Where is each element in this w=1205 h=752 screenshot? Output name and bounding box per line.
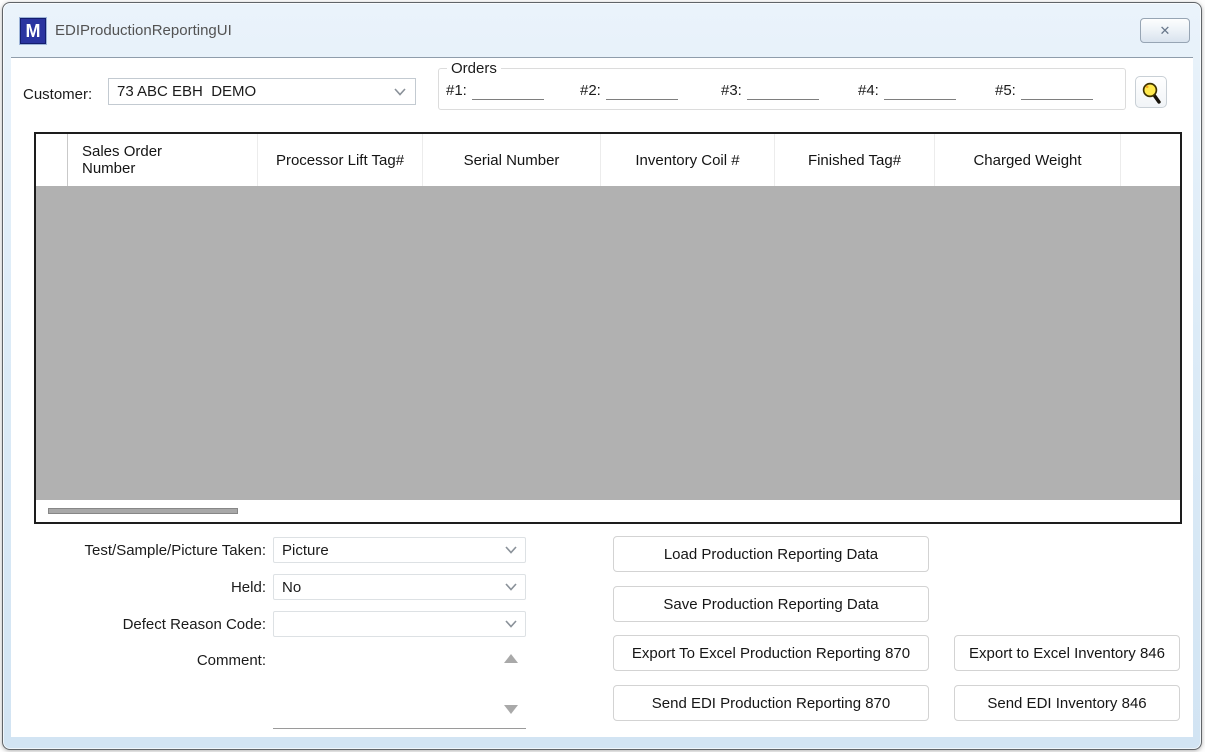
- order-3-input[interactable]: [747, 82, 819, 100]
- held-value: No: [274, 579, 505, 596]
- order-5-input[interactable]: [1021, 82, 1093, 100]
- scrollbar-thumb[interactable]: [48, 508, 238, 514]
- held-label: Held:: [11, 579, 266, 596]
- close-button[interactable]: ✕: [1140, 18, 1190, 43]
- chevron-down-icon: [505, 620, 517, 628]
- grid-header-inventory-coil[interactable]: Inventory Coil #: [601, 134, 775, 186]
- chevron-down-icon: [505, 546, 517, 554]
- test-sample-picture-select[interactable]: Picture: [273, 537, 526, 563]
- order-field-3: #3:: [721, 82, 819, 100]
- export-excel-846-button[interactable]: Export to Excel Inventory 846: [954, 635, 1180, 671]
- close-icon: ✕: [1160, 24, 1171, 37]
- horizontal-scrollbar[interactable]: [36, 500, 1180, 522]
- grid-body-empty[interactable]: [36, 186, 1180, 500]
- customer-select[interactable]: 73 ABC EBH DEMO: [108, 78, 416, 105]
- export-excel-870-button[interactable]: Export To Excel Production Reporting 870: [613, 635, 929, 671]
- screen: M EDIProductionReportingUI ✕ Customer: 7…: [0, 0, 1205, 752]
- save-production-reporting-button[interactable]: Save Production Reporting Data: [613, 586, 929, 622]
- order-1-input[interactable]: [472, 82, 544, 100]
- test-sample-picture-label: Test/Sample/Picture Taken:: [11, 542, 266, 559]
- order-field-5: #5:: [995, 82, 1093, 100]
- order-3-label: #3:: [721, 82, 742, 100]
- app-window: M EDIProductionReportingUI ✕ Customer: 7…: [2, 2, 1202, 750]
- search-button[interactable]: [1135, 76, 1167, 108]
- title-bar[interactable]: M EDIProductionReportingUI ✕: [3, 3, 1201, 57]
- search-icon: [1139, 80, 1163, 104]
- order-field-4: #4:: [858, 82, 956, 100]
- spinner-up-icon[interactable]: [504, 654, 518, 663]
- order-2-input[interactable]: [606, 82, 678, 100]
- order-5-label: #5:: [995, 82, 1016, 100]
- defect-reason-code-select[interactable]: [273, 611, 526, 637]
- window-title: EDIProductionReportingUI: [55, 22, 232, 39]
- customer-label: Customer:: [23, 86, 92, 103]
- order-field-1: #1:: [446, 82, 544, 100]
- spinner-down-icon[interactable]: [504, 705, 518, 714]
- send-edi-846-button[interactable]: Send EDI Inventory 846: [954, 685, 1180, 721]
- defect-reason-code-label: Defect Reason Code:: [11, 616, 266, 633]
- grid-header: Sales Order Number Processor Lift Tag# S…: [36, 134, 1180, 186]
- order-4-label: #4:: [858, 82, 879, 100]
- comment-label: Comment:: [11, 652, 266, 669]
- grid-header-row-selector[interactable]: [36, 134, 68, 186]
- data-grid: Sales Order Number Processor Lift Tag# S…: [34, 132, 1182, 524]
- app-icon: M: [20, 18, 46, 44]
- client-area: Customer: 73 ABC EBH DEMO Orders #1: #2:…: [11, 57, 1193, 737]
- grid-header-finished-tag[interactable]: Finished Tag#: [775, 134, 935, 186]
- chevron-down-icon: [394, 88, 406, 96]
- order-1-label: #1:: [446, 82, 467, 100]
- grid-header-processor-lift-tag[interactable]: Processor Lift Tag#: [258, 134, 423, 186]
- held-select[interactable]: No: [273, 574, 526, 600]
- grid-header-charged-weight[interactable]: Charged Weight: [935, 134, 1121, 186]
- app-icon-letter: M: [26, 21, 41, 42]
- customer-value: 73 ABC EBH DEMO: [109, 83, 394, 100]
- order-2-label: #2:: [580, 82, 601, 100]
- comment-field[interactable]: [273, 646, 526, 729]
- send-edi-870-button[interactable]: Send EDI Production Reporting 870: [613, 685, 929, 721]
- order-field-2: #2:: [580, 82, 678, 100]
- orders-group: Orders #1: #2: #3: #4: #5: [438, 68, 1126, 110]
- grid-header-filler: [1121, 134, 1180, 186]
- order-4-input[interactable]: [884, 82, 956, 100]
- grid-header-sales-order-number[interactable]: Sales Order Number: [68, 134, 258, 186]
- orders-group-label: Orders: [447, 60, 501, 77]
- test-sample-picture-value: Picture: [274, 542, 505, 559]
- chevron-down-icon: [505, 583, 517, 591]
- grid-header-serial-number[interactable]: Serial Number: [423, 134, 601, 186]
- load-production-reporting-button[interactable]: Load Production Reporting Data: [613, 536, 929, 572]
